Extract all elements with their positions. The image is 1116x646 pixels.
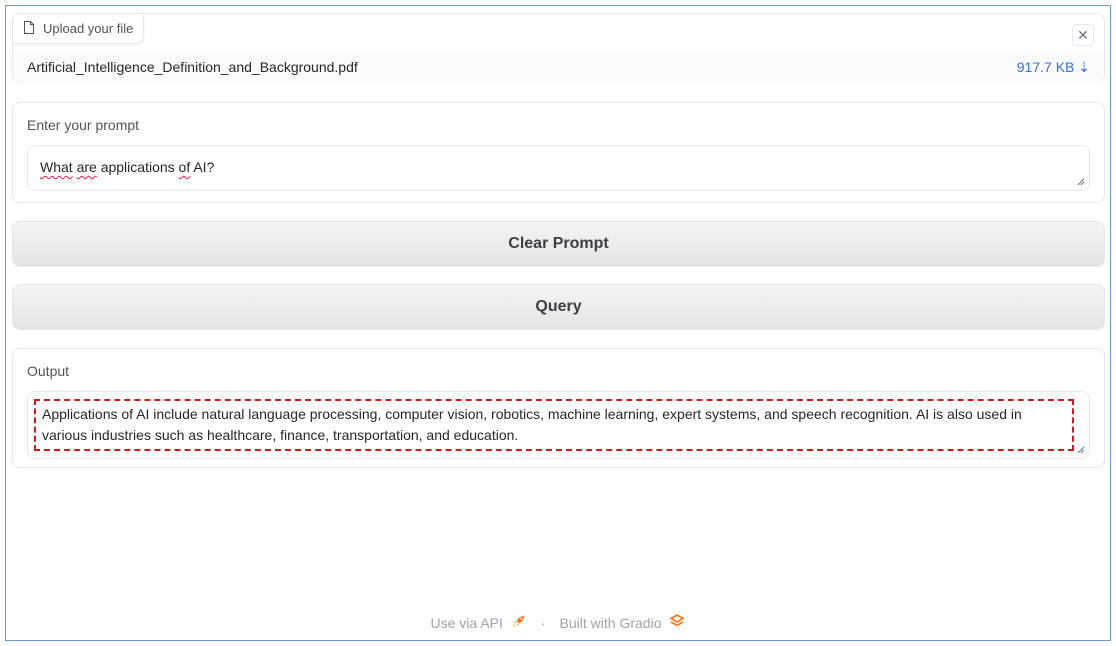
prompt-word: AI? xyxy=(190,159,215,175)
download-icon: ⇣ xyxy=(1078,58,1090,75)
output-label: Output xyxy=(27,363,70,379)
resize-handle-icon[interactable] xyxy=(1077,178,1085,186)
prompt-word: are xyxy=(76,159,97,175)
clear-prompt-button[interactable]: Clear Prompt xyxy=(12,221,1105,267)
gradio-logo-icon xyxy=(669,613,686,632)
prompt-word: of xyxy=(178,159,191,175)
query-button[interactable]: Query xyxy=(12,284,1105,330)
prompt-input[interactable]: What are applications of AI? xyxy=(27,145,1090,191)
file-download-link[interactable]: 917.7 KB ⇣ xyxy=(1017,59,1090,76)
remove-file-button[interactable]: ✕ xyxy=(1072,24,1094,46)
prompt-label: Enter your prompt xyxy=(27,117,140,133)
uploaded-file-row: Artificial_Intelligence_Definition_and_B… xyxy=(13,51,1104,83)
output-text: Applications of AI include natural langu… xyxy=(34,399,1074,451)
output-textarea[interactable]: Applications of AI include natural langu… xyxy=(27,391,1090,459)
file-name: Artificial_Intelligence_Definition_and_B… xyxy=(27,59,358,75)
file-size: 917.7 KB xyxy=(1016,58,1075,75)
upload-label-tag: Upload your file xyxy=(13,14,145,44)
output-block: Output Applications of AI include natura… xyxy=(12,348,1105,468)
prompt-block: Enter your prompt What are applications … xyxy=(12,102,1105,203)
rocket-icon xyxy=(511,613,527,632)
file-upload-block: Upload your file ✕ Artificial_Intelligen… xyxy=(12,13,1105,83)
footer-separator: · xyxy=(540,614,546,631)
prompt-word: What xyxy=(40,159,73,175)
resize-handle-icon[interactable] xyxy=(1077,446,1085,454)
use-via-api-link[interactable]: Use via API xyxy=(431,615,503,631)
prompt-word: applications xyxy=(96,159,179,175)
footer: Use via API · Built with Gradio xyxy=(0,613,1116,632)
file-icon xyxy=(23,20,35,37)
close-icon: ✕ xyxy=(1077,26,1089,43)
built-with-gradio-link[interactable]: Built with Gradio xyxy=(560,615,662,631)
upload-label: Upload your file xyxy=(43,21,134,36)
